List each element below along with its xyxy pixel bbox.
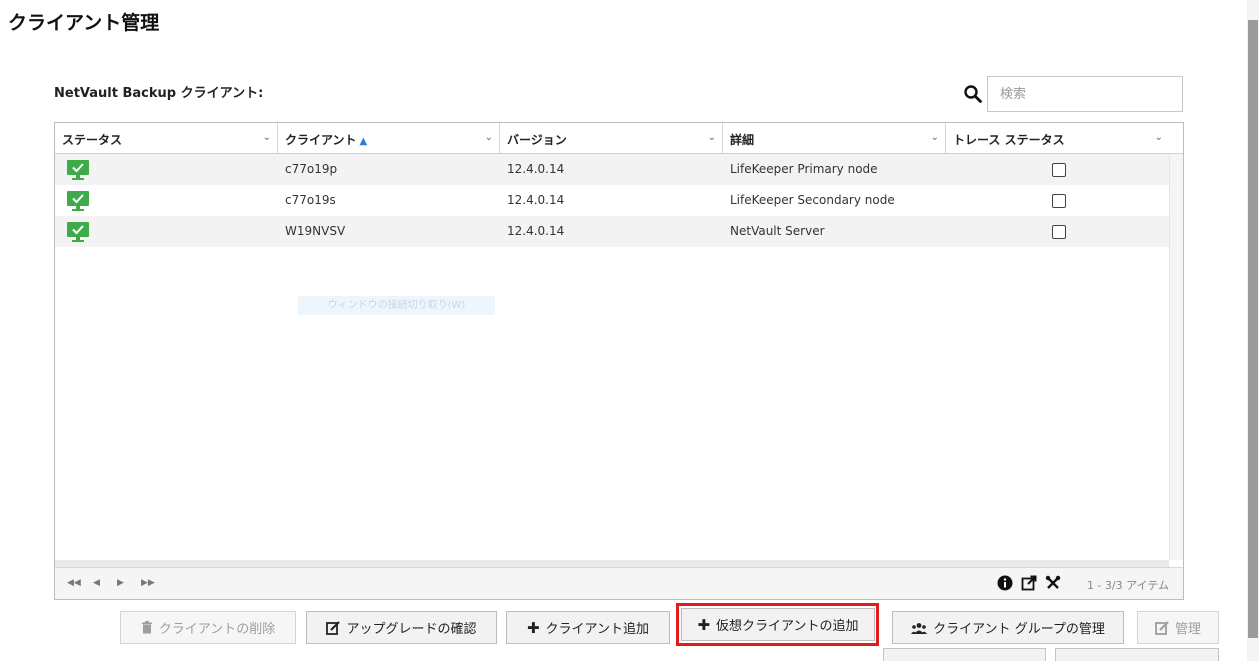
chevron-down-icon[interactable]: ⌄ (485, 132, 493, 143)
tools-icon[interactable] (1045, 575, 1061, 591)
check-upgrade-button[interactable]: アップグレードの確認 (306, 611, 497, 644)
users-icon (911, 622, 928, 634)
grid-header: ステータス ⌄ クライアント ▲ ⌄ バージョン ⌄ 詳細 ⌄ トレース ステータ… (55, 123, 1183, 154)
partial-button[interactable] (1055, 648, 1219, 661)
chevron-down-icon[interactable]: ⌄ (708, 132, 716, 143)
column-header-label: ステータス (62, 133, 123, 147)
context-menu-ghost: ウィンドウの接続切り取り(W) (298, 296, 495, 315)
column-header-status[interactable]: ステータス ⌄ (55, 123, 278, 153)
grid-horizontal-scrollbar[interactable] (55, 560, 1169, 567)
column-header-label: 詳細 (730, 133, 755, 147)
chevron-down-icon[interactable]: ⌄ (931, 132, 939, 143)
table-row[interactable]: c77o19p 12.4.0.14 LifeKeeper Primary nod… (55, 154, 1169, 185)
edit-icon (326, 620, 341, 635)
first-page-icon[interactable]: ◀◀ (67, 578, 81, 588)
edit-icon (1155, 620, 1169, 635)
monitor-check-icon (67, 222, 89, 242)
client-details: NetVault Server (730, 224, 825, 238)
table-row[interactable]: c77o19s 12.4.0.14 LifeKeeper Secondary n… (55, 185, 1169, 216)
trace-status-checkbox[interactable] (1052, 194, 1066, 208)
column-header-client[interactable]: クライアント ▲ ⌄ (278, 123, 500, 153)
client-details: LifeKeeper Secondary node (730, 193, 895, 207)
column-header-label: クライアント (285, 133, 357, 147)
info-icon[interactable] (997, 575, 1013, 591)
trace-status-checkbox[interactable] (1052, 225, 1066, 239)
delete-client-button[interactable]: クライアントの削除 (120, 611, 296, 644)
grid-vertical-scrollbar[interactable] (1169, 154, 1183, 560)
add-virtual-client-button[interactable]: ✚ 仮想クライアントの追加 (681, 608, 875, 641)
monitor-check-icon (67, 191, 89, 211)
client-name: W19NVSV (285, 224, 346, 238)
column-header-label: バージョン (507, 133, 567, 147)
check-upgrade-label: アップグレードの確認 (346, 622, 477, 637)
clients-grid: ステータス ⌄ クライアント ▲ ⌄ バージョン ⌄ 詳細 ⌄ トレース ステータ… (54, 122, 1184, 600)
manage-client-groups-label: クライアント グループの管理 (933, 622, 1105, 637)
add-client-label: クライアント追加 (545, 622, 650, 637)
search-input[interactable] (987, 76, 1183, 112)
last-page-icon[interactable]: ▶▶ (141, 578, 155, 588)
plus-icon: ✚ (526, 618, 540, 637)
external-link-icon[interactable] (1021, 575, 1037, 591)
column-header-label: トレース ステータス (953, 133, 1065, 147)
search-icon[interactable] (963, 84, 983, 104)
monitor-check-icon (67, 160, 89, 180)
trace-status-checkbox[interactable] (1052, 163, 1066, 177)
clients-section-label: NetVault Backup クライアント: (54, 86, 264, 101)
trash-icon (141, 621, 152, 634)
column-header-version[interactable]: バージョン ⌄ (500, 123, 723, 153)
client-version: 12.4.0.14 (507, 193, 565, 207)
page-title: クライアント管理 (8, 12, 160, 34)
table-row[interactable]: W19NVSV 12.4.0.14 NetVault Server (55, 216, 1169, 247)
manage-button[interactable]: 管理 (1137, 611, 1219, 644)
chevron-down-icon[interactable]: ⌄ (1155, 132, 1163, 143)
page-scrollbar[interactable] (1247, 0, 1259, 661)
add-virtual-client-label: 仮想クライアントの追加 (716, 619, 859, 634)
client-version: 12.4.0.14 (507, 224, 565, 238)
delete-client-label: クライアントの削除 (158, 622, 276, 637)
manage-label: 管理 (1174, 622, 1201, 637)
client-details: LifeKeeper Primary node (730, 162, 878, 176)
client-name: c77o19s (285, 193, 336, 207)
client-name: c77o19p (285, 162, 338, 176)
partial-button[interactable] (883, 648, 1046, 661)
chevron-down-icon[interactable]: ⌄ (263, 132, 271, 143)
page-scrollbar-thumb[interactable] (1248, 20, 1258, 638)
plus-icon: ✚ (697, 615, 711, 634)
manage-client-groups-button[interactable]: クライアント グループの管理 (892, 611, 1124, 644)
add-client-button[interactable]: ✚ クライアント追加 (506, 611, 670, 644)
column-header-details[interactable]: 詳細 ⌄ (723, 123, 946, 153)
grid-body: c77o19p 12.4.0.14 LifeKeeper Primary nod… (55, 154, 1169, 560)
next-page-icon[interactable]: ▶ (117, 578, 124, 588)
item-count: 1 - 3/3 アイテム (1086, 579, 1169, 592)
sort-ascending-icon: ▲ (359, 136, 368, 147)
column-header-trace-status[interactable]: トレース ステータス ⌄ (946, 123, 1169, 153)
grid-footer: ◀◀ ◀ ▶ ▶▶ 1 - 3/3 アイテム (55, 567, 1183, 599)
client-version: 12.4.0.14 (507, 162, 565, 176)
prev-page-icon[interactable]: ◀ (93, 578, 100, 588)
